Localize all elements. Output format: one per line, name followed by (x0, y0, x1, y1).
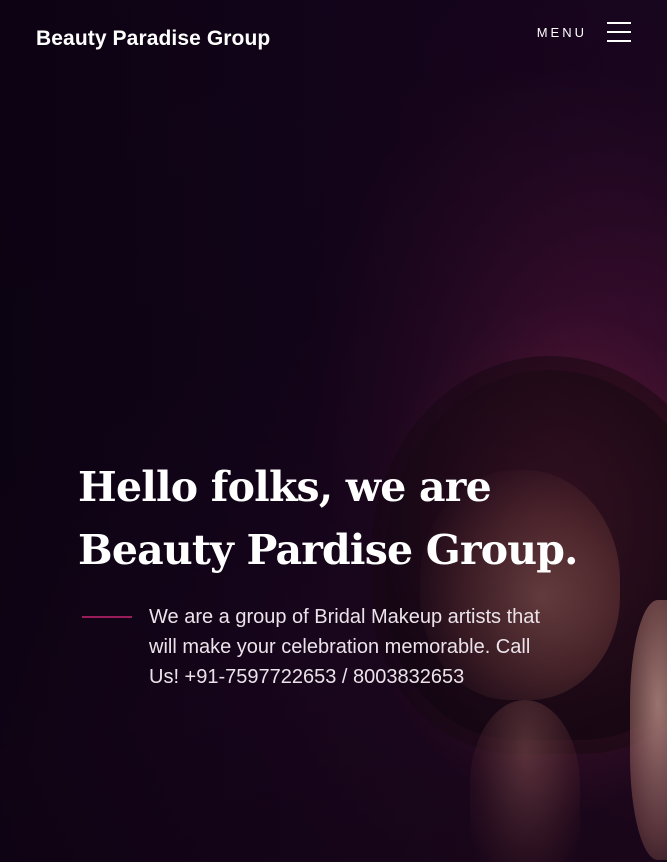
hero-description: We are a group of Bridal Makeup artists … (149, 606, 540, 688)
hero-title: Hello folks, we are Beauty Pardise Group… (78, 463, 578, 574)
hero-description-block: We are a group of Bridal Makeup artists … (82, 602, 562, 692)
menu-button[interactable]: MENU (537, 22, 631, 42)
hero-overlay (0, 0, 667, 862)
site-header: Beauty Paradise Group MENU (0, 0, 667, 80)
hamburger-icon[interactable] (607, 22, 631, 42)
accent-divider (82, 616, 132, 618)
page: Beauty Paradise Group MENU Hello folks, … (0, 0, 667, 862)
menu-label[interactable]: MENU (537, 25, 587, 40)
brand-logo-text[interactable]: Beauty Paradise Group (36, 27, 270, 51)
